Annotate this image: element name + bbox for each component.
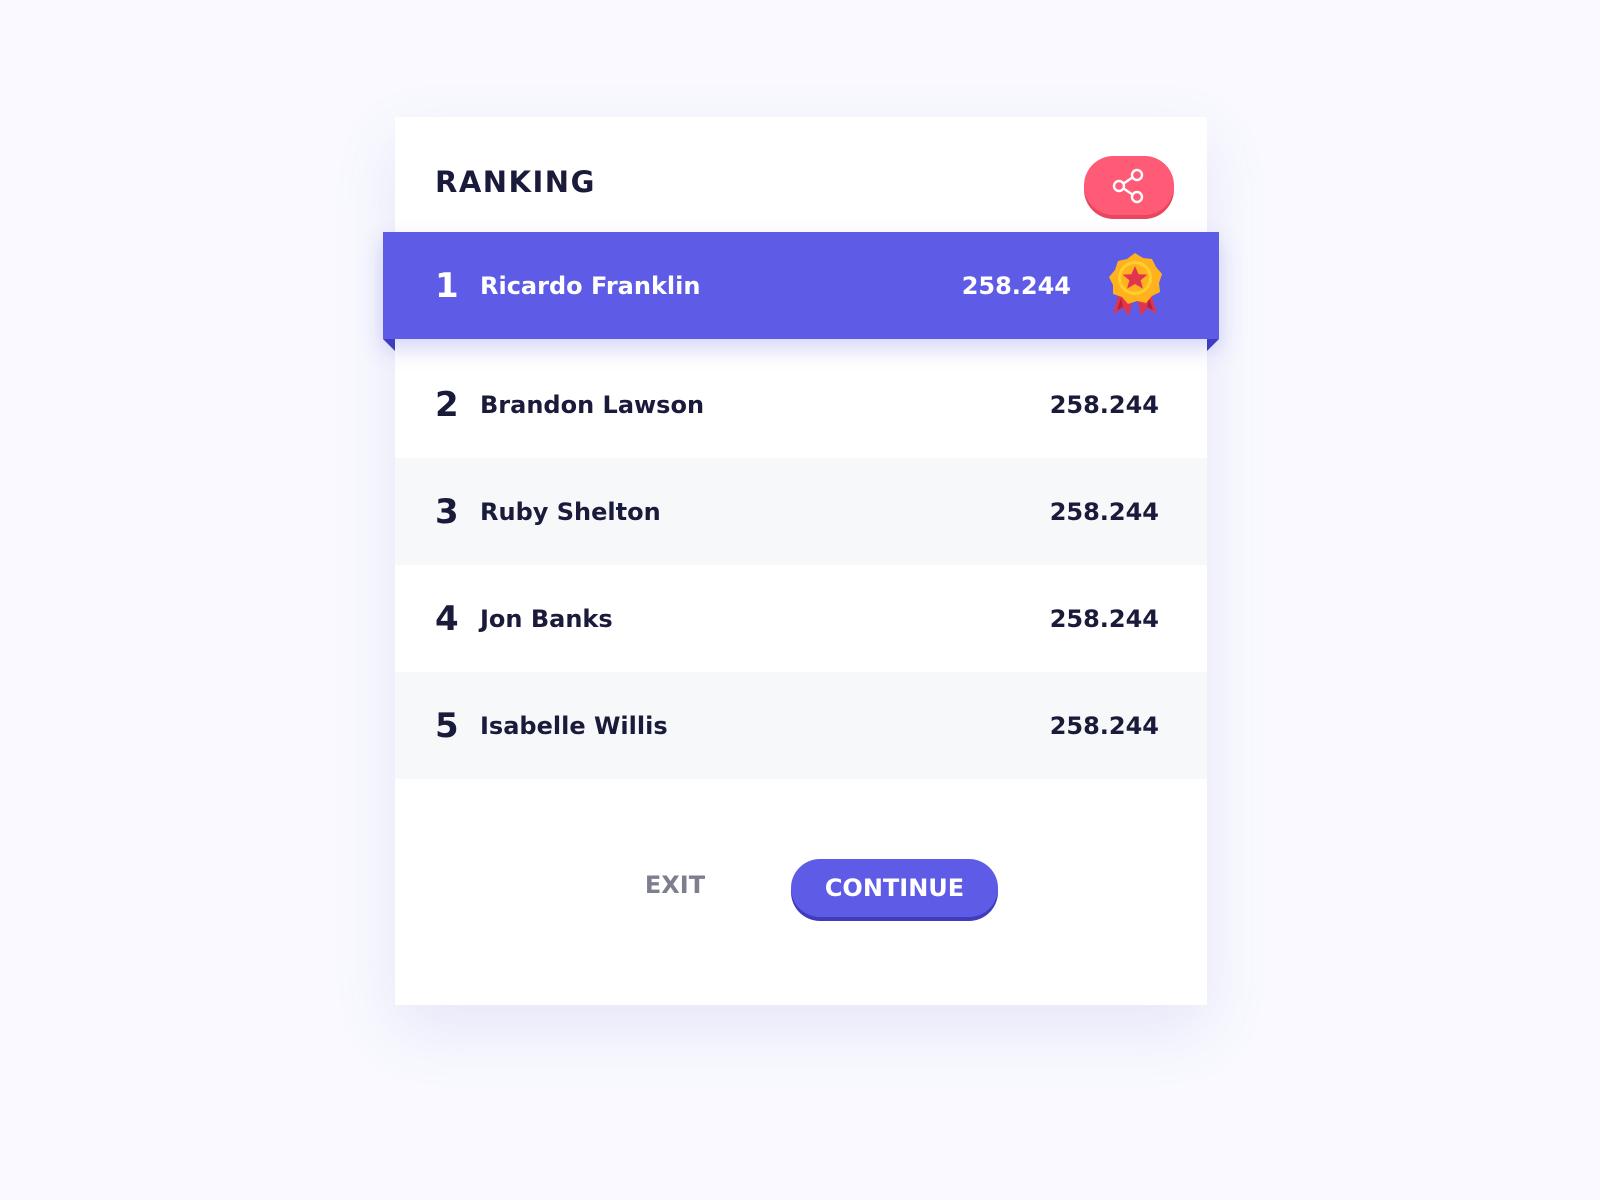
exit-button[interactable]: EXIT bbox=[625, 871, 725, 911]
ranking-list: 1 Ricardo Franklin 258.244 2 Brandon Law… bbox=[383, 232, 1219, 779]
player-score: 258.244 bbox=[1049, 497, 1159, 526]
player-score: 258.244 bbox=[1049, 390, 1159, 419]
ranking-row-1[interactable]: 1 Ricardo Franklin 258.244 bbox=[383, 232, 1219, 351]
rank-number: 2 bbox=[435, 384, 459, 425]
ranking-row-3[interactable]: 3 Ruby Shelton 258.244 bbox=[395, 458, 1207, 565]
page-title: RANKING bbox=[435, 165, 596, 199]
medal-star-icon bbox=[1105, 250, 1165, 322]
player-name: Ruby Shelton bbox=[480, 497, 661, 526]
player-name: Isabelle Willis bbox=[480, 711, 668, 740]
player-score: 258.244 bbox=[1049, 604, 1159, 633]
ranking-row-2[interactable]: 2 Brandon Lawson 258.244 bbox=[395, 351, 1207, 458]
player-name: Ricardo Franklin bbox=[480, 271, 701, 300]
rank-number: 4 bbox=[435, 598, 459, 639]
rank-number: 3 bbox=[435, 491, 459, 532]
rank-number: 5 bbox=[435, 705, 459, 746]
rank-number: 1 bbox=[435, 265, 459, 306]
player-score: 258.244 bbox=[1049, 711, 1159, 740]
share-button[interactable] bbox=[1084, 156, 1174, 215]
ranking-row-5[interactable]: 5 Isabelle Willis 258.244 bbox=[395, 672, 1207, 779]
ranking-row-4[interactable]: 4 Jon Banks 258.244 bbox=[395, 565, 1207, 672]
continue-button[interactable]: CONTINUE bbox=[791, 859, 998, 917]
ranking-card: RANKING 1 Ricardo Franklin 258.244 2 Bra… bbox=[383, 117, 1219, 1005]
share-icon bbox=[1110, 167, 1148, 205]
player-name: Jon Banks bbox=[480, 604, 613, 633]
player-score: 258.244 bbox=[961, 271, 1071, 300]
player-name: Brandon Lawson bbox=[480, 390, 705, 419]
